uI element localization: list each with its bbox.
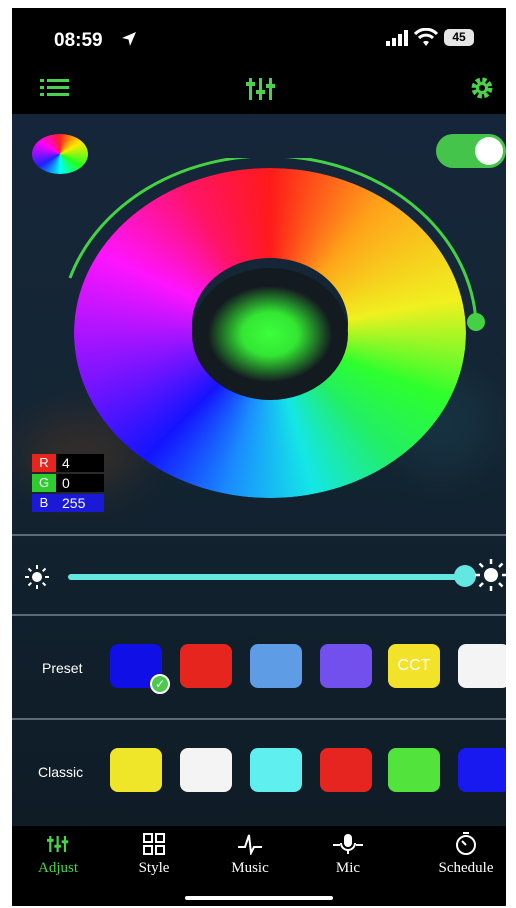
blue-value: 255 [56,494,104,512]
tab-music[interactable]: Music [210,832,290,892]
preset-swatch-4[interactable] [320,644,372,688]
battery-indicator: 45 [444,29,474,46]
classic-swatch-1[interactable] [110,748,162,792]
sliders-icon [47,835,69,853]
grid-icon [143,833,165,855]
tab-style[interactable]: Style [114,832,194,892]
green-value: 0 [56,474,104,492]
blue-label: B [32,494,56,512]
red-label: R [32,454,56,472]
status-time: 08:59 [54,30,103,51]
rgb-row-red: R 4 [32,454,104,472]
tab-mic[interactable]: Mic [308,832,388,892]
tab-adjust[interactable]: Adjust [18,832,98,892]
preset-swatch-1[interactable]: ✓ [110,644,170,694]
microphone-icon [333,834,363,854]
preset-swatch-6[interactable] [458,644,506,688]
classic-swatch-6[interactable] [458,748,506,792]
preset-swatch-label: CCT [397,657,431,674]
classic-swatch-5[interactable] [388,748,440,792]
green-label: G [32,474,56,492]
rgb-row-green: G 0 [32,474,104,492]
cellular-signal-icon [386,30,408,46]
wifi-icon [414,28,438,46]
preset-swatch-5[interactable]: CCT [388,644,440,688]
red-value: 4 [56,454,104,472]
divider [12,534,506,536]
classic-swatch-4[interactable] [320,748,372,792]
divider [12,614,506,616]
brightness-high-icon [475,559,506,591]
tab-adjust-label: Adjust [37,860,78,876]
tab-schedule[interactable]: Schedule [424,832,506,892]
list-icon[interactable] [40,76,70,100]
music-note-icon [238,834,262,855]
bottom-tab-bar: Adjust Style Music Mic Schedule [12,826,506,906]
home-indicator [185,896,333,900]
color-control-panel: R 4 G 0 B 255 Preset Classic ✓ CCT [12,114,506,826]
tab-schedule-label: Schedule [438,860,494,876]
location-arrow-icon [122,32,136,46]
timer-icon [456,832,476,855]
classic-swatch-3[interactable] [250,748,302,792]
preset-swatch-2[interactable] [180,644,232,688]
preset-label: Preset [42,660,83,676]
rgb-row-blue: B 255 [32,494,104,512]
tab-music-label: Music [231,860,269,876]
status-bar: 08:59 45 [12,8,506,68]
divider [12,718,506,720]
classic-label: Classic [38,764,84,780]
brightness-slider[interactable] [68,574,464,580]
preset-swatch-3[interactable] [250,644,302,688]
gear-icon[interactable] [470,76,494,100]
brightness-slider-handle[interactable] [454,565,476,587]
saturation-arc[interactable] [62,158,498,388]
phone-screen: 08:59 45 R 4 G 0 B 255 Preset Classic ✓ … [12,8,506,906]
selected-check-icon: ✓ [150,674,170,694]
app-header [12,68,506,114]
rgb-readout: R 4 G 0 B 255 [32,454,104,514]
brightness-low-icon [25,565,49,589]
sliders-icon[interactable] [246,76,276,102]
tab-mic-label: Mic [335,860,361,876]
classic-swatch-2[interactable] [180,748,232,792]
tab-style-label: Style [138,860,170,876]
